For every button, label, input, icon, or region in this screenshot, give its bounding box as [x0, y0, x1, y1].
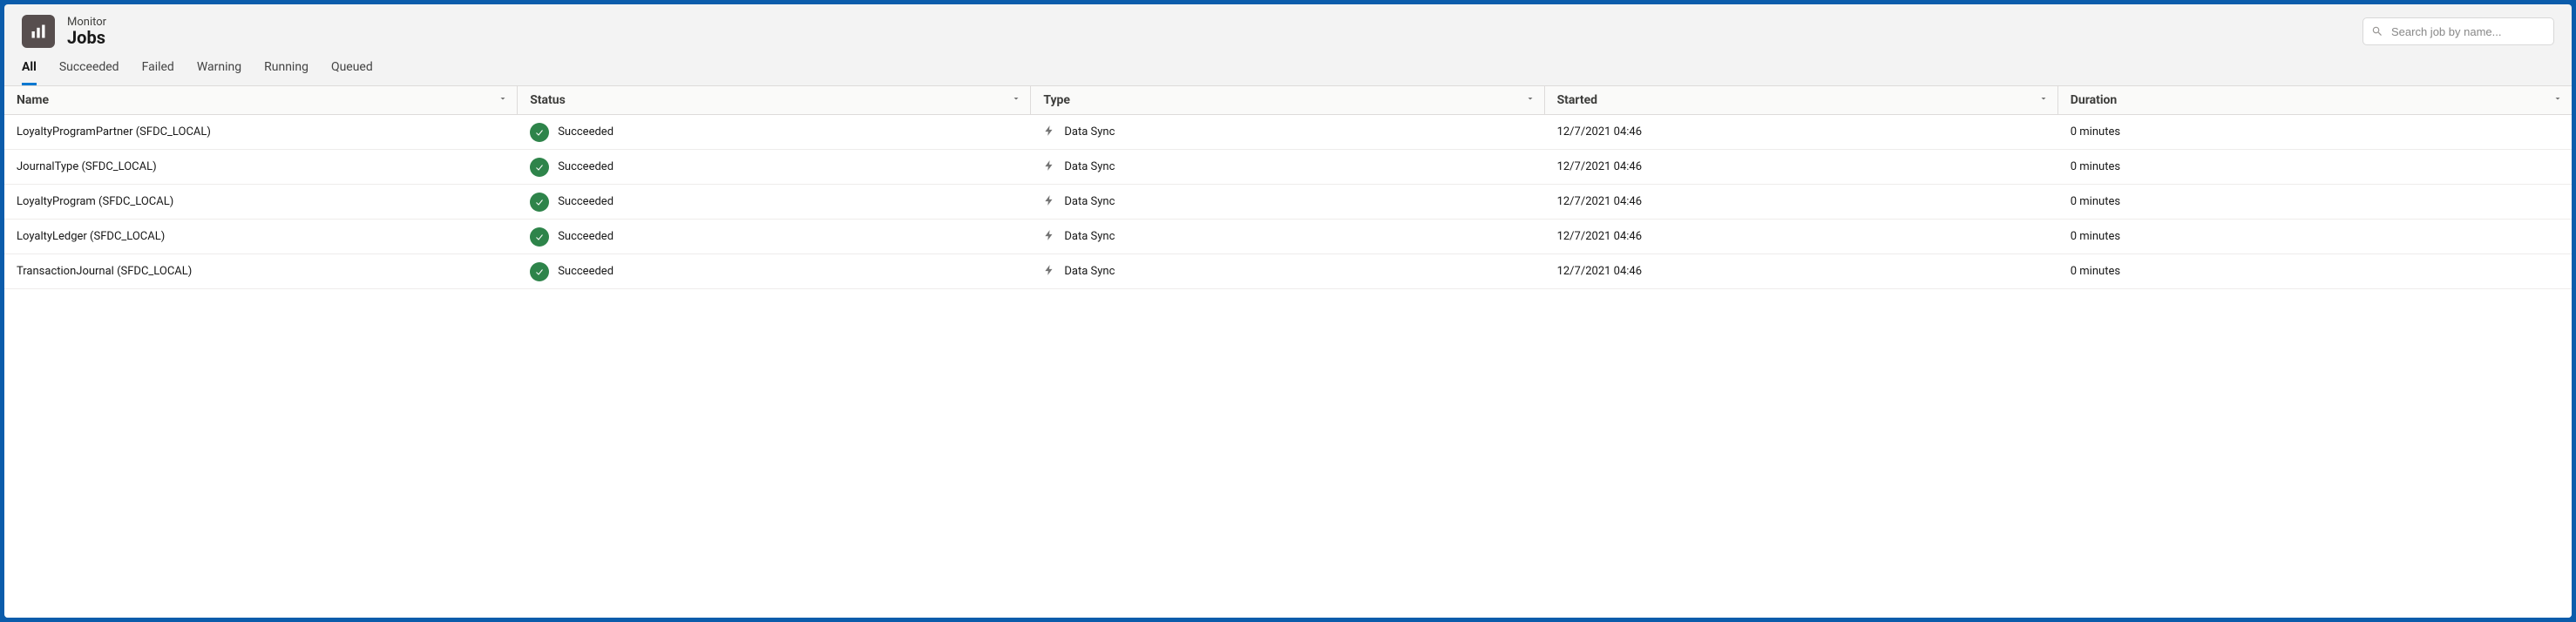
page-header: Monitor Jobs: [4, 4, 2572, 48]
col-header-label: Name: [17, 93, 49, 107]
col-header-duration[interactable]: Duration: [2058, 86, 2572, 114]
cell-duration: 0 minutes: [2058, 195, 2572, 208]
bolt-icon: [1043, 194, 1055, 210]
cell-duration: 0 minutes: [2058, 230, 2572, 243]
status-text: Succeeded: [558, 195, 613, 208]
bolt-icon: [1043, 125, 1055, 140]
chevron-down-icon: [2552, 93, 2563, 107]
cell-status: Succeeded: [518, 262, 1031, 281]
chevron-down-icon: [1525, 93, 1535, 107]
type-text: Data Sync: [1064, 195, 1115, 208]
col-header-started[interactable]: Started: [1545, 86, 2058, 114]
status-text: Succeeded: [558, 230, 613, 243]
success-check-icon: [530, 227, 549, 247]
cell-type: Data Sync: [1031, 194, 1544, 210]
success-check-icon: [530, 123, 549, 142]
cell-type: Data Sync: [1031, 264, 1544, 280]
col-header-label: Started: [1557, 93, 1598, 107]
bolt-icon: [1043, 229, 1055, 245]
cell-started: 12/7/2021 04:46: [1545, 195, 2058, 208]
cell-started: 12/7/2021 04:46: [1545, 160, 2058, 173]
search-wrap: [2362, 17, 2554, 45]
table-row[interactable]: TransactionJournal (SFDC_LOCAL) Succeeded…: [4, 254, 2572, 289]
bolt-icon: [1043, 159, 1055, 175]
cell-name: LoyaltyLedger (SFDC_LOCAL): [4, 230, 518, 243]
cell-status: Succeeded: [518, 158, 1031, 177]
status-text: Succeeded: [558, 265, 613, 278]
chevron-down-icon: [1011, 93, 1021, 107]
tab-running[interactable]: Running: [264, 60, 308, 85]
cell-status: Succeeded: [518, 193, 1031, 212]
cell-duration: 0 minutes: [2058, 265, 2572, 278]
success-check-icon: [530, 193, 549, 212]
col-header-name[interactable]: Name: [4, 86, 518, 114]
success-check-icon: [530, 262, 549, 281]
status-text: Succeeded: [558, 125, 613, 139]
table-header-row: Name Status Type Started Duration: [4, 85, 2572, 115]
type-text: Data Sync: [1064, 230, 1115, 243]
tab-all[interactable]: All: [22, 60, 37, 85]
cell-name: LoyaltyProgramPartner (SFDC_LOCAL): [4, 125, 518, 139]
bolt-icon: [1043, 264, 1055, 280]
cell-started: 12/7/2021 04:46: [1545, 265, 2058, 278]
status-text: Succeeded: [558, 160, 613, 173]
cell-name: JournalType (SFDC_LOCAL): [4, 160, 518, 173]
header-titles: Monitor Jobs: [67, 16, 2350, 48]
chevron-down-icon: [2038, 93, 2049, 107]
cell-name: TransactionJournal (SFDC_LOCAL): [4, 265, 518, 278]
jobs-table: Name Status Type Started Duration Loyalt…: [4, 85, 2572, 618]
col-header-status[interactable]: Status: [518, 86, 1031, 114]
tab-warning[interactable]: Warning: [197, 60, 241, 85]
table-row[interactable]: LoyaltyProgramPartner (SFDC_LOCAL) Succee…: [4, 115, 2572, 150]
col-header-label: Type: [1043, 93, 1070, 107]
cell-name: LoyaltyProgram (SFDC_LOCAL): [4, 195, 518, 208]
cell-type: Data Sync: [1031, 159, 1544, 175]
search-input[interactable]: [2362, 17, 2554, 45]
cell-type: Data Sync: [1031, 229, 1544, 245]
tab-failed[interactable]: Failed: [142, 60, 174, 85]
col-header-type[interactable]: Type: [1031, 86, 1544, 114]
page-title: Jobs: [67, 27, 2350, 48]
cell-duration: 0 minutes: [2058, 160, 2572, 173]
type-text: Data Sync: [1064, 265, 1115, 278]
table-row[interactable]: LoyaltyProgram (SFDC_LOCAL) Succeeded Data…: [4, 185, 2572, 220]
type-text: Data Sync: [1064, 125, 1115, 139]
table-body: LoyaltyProgramPartner (SFDC_LOCAL) Succee…: [4, 115, 2572, 289]
cell-duration: 0 minutes: [2058, 125, 2572, 139]
chevron-down-icon: [498, 93, 508, 107]
cell-status: Succeeded: [518, 123, 1031, 142]
col-header-label: Status: [530, 93, 566, 107]
tab-succeeded[interactable]: Succeeded: [59, 60, 119, 85]
cell-status: Succeeded: [518, 227, 1031, 247]
type-text: Data Sync: [1064, 160, 1115, 173]
search-icon: [2371, 25, 2383, 37]
cell-started: 12/7/2021 04:46: [1545, 125, 2058, 139]
app-frame: Monitor Jobs All Succeeded Failed Warning Ru…: [4, 4, 2572, 618]
cell-started: 12/7/2021 04:46: [1545, 230, 2058, 243]
table-row[interactable]: JournalType (SFDC_LOCAL) Succeeded Data Sy…: [4, 150, 2572, 185]
monitor-icon: [22, 15, 55, 48]
table-row[interactable]: LoyaltyLedger (SFDC_LOCAL) Succeeded Data …: [4, 220, 2572, 254]
tab-queued[interactable]: Queued: [331, 60, 373, 85]
success-check-icon: [530, 158, 549, 177]
cell-type: Data Sync: [1031, 125, 1544, 140]
tabs: All Succeeded Failed Warning Running Queued: [4, 48, 2572, 85]
col-header-label: Duration: [2071, 93, 2118, 107]
